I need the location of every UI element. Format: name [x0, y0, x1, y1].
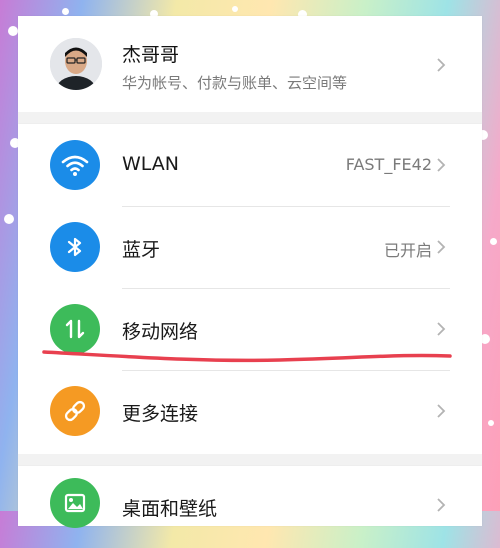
chevron-right-icon — [437, 240, 446, 254]
bluetooth-icon — [50, 222, 100, 272]
settings-screen: { "profile": { "name": "杰哥哥", "subtitle"… — [0, 0, 500, 528]
display-card: 桌面和壁纸 — [18, 466, 482, 528]
chevron-right-icon — [437, 498, 446, 512]
chevron-right-icon — [437, 322, 446, 336]
chevron-right-icon — [437, 404, 446, 418]
wallpaper-label: 桌面和壁纸 — [122, 498, 218, 520]
decor-dot — [8, 26, 18, 36]
mobile-data-icon — [50, 304, 100, 354]
decor-dot — [488, 420, 494, 426]
settings-row-mobile-network[interactable]: 移动网络 — [18, 288, 482, 370]
wallpaper-icon — [50, 478, 100, 528]
account-card[interactable]: 杰哥哥 华为帐号、付款与账单、云空间等 — [18, 16, 482, 112]
settings-row-wlan[interactable]: WLAN FAST_FE42 — [18, 124, 482, 206]
chevron-right-icon — [437, 58, 446, 72]
wlan-value: FAST_FE42 — [345, 155, 432, 174]
wifi-icon — [50, 140, 100, 190]
profile-name: 杰哥哥 — [122, 44, 180, 66]
bluetooth-value: 已开启 — [383, 241, 432, 260]
settings-row-bluetooth[interactable]: 蓝牙 已开启 — [18, 206, 482, 288]
decor-dot — [4, 214, 14, 224]
decor-dot — [232, 6, 238, 12]
profile-subtitle: 华为帐号、付款与账单、云空间等 — [122, 74, 348, 92]
section-gap — [18, 112, 482, 124]
wlan-label: WLAN — [122, 153, 180, 175]
settings-row-wallpaper[interactable]: 桌面和壁纸 — [18, 466, 482, 548]
mobile-network-label: 移动网络 — [122, 321, 199, 343]
chevron-right-icon — [437, 158, 446, 172]
more-connections-label: 更多连接 — [122, 403, 199, 425]
avatar — [50, 38, 102, 90]
connectivity-card: WLAN FAST_FE42 蓝牙 已开启 移动网络 更多连接 — [18, 124, 482, 454]
decor-dot — [490, 238, 497, 245]
link-icon — [50, 386, 100, 436]
settings-row-more-connections[interactable]: 更多连接 — [18, 370, 482, 452]
section-gap — [18, 454, 482, 466]
decor-dot — [62, 8, 69, 15]
bluetooth-label: 蓝牙 — [122, 239, 161, 261]
